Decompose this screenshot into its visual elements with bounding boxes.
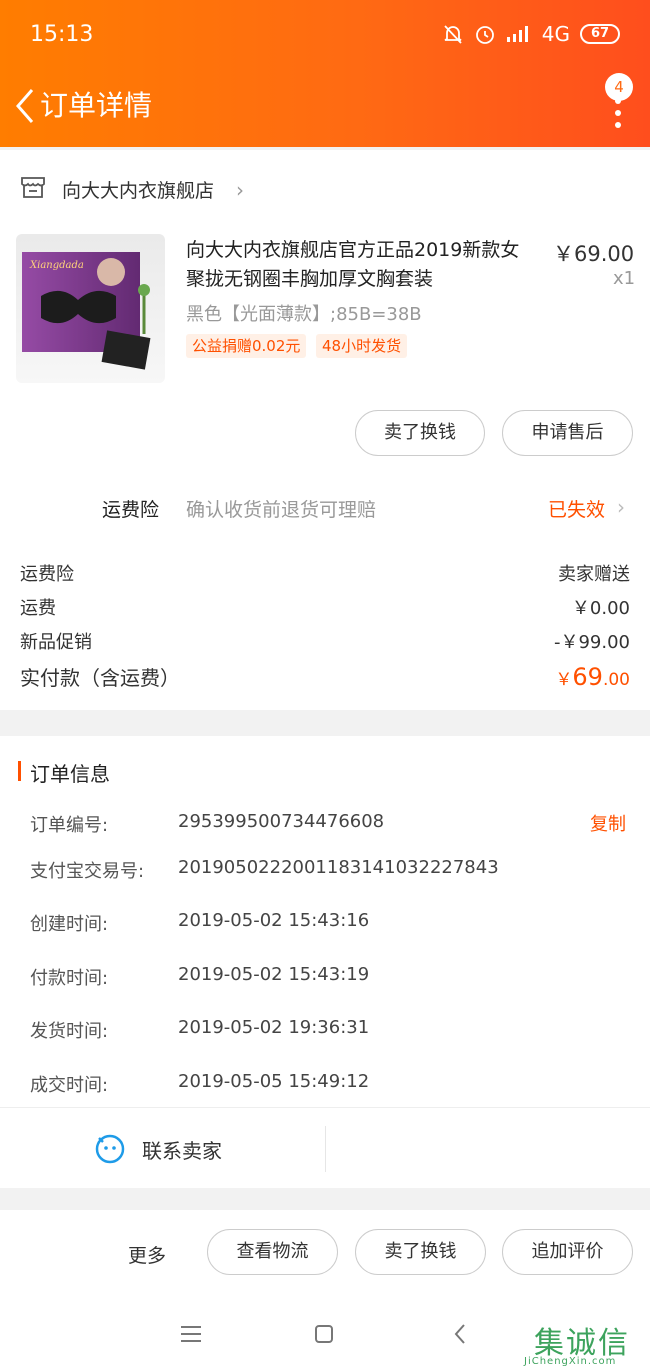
shipped-time-value: 2019-05-02 19:36:31 — [178, 1017, 370, 1038]
total-row: 实付款（含运费） ￥69.00 — [20, 662, 630, 691]
shipping-tag: 48小时发货 — [316, 334, 408, 358]
fee-value: -￥99.00 — [553, 632, 630, 653]
section-title: 订单信息 — [30, 762, 110, 786]
fee-row: 运费 ￥0.00 — [20, 594, 630, 620]
chevron-right-icon[interactable]: › — [617, 495, 625, 519]
alipay-trade-label: 支付宝交易号: — [30, 861, 145, 882]
product-price: ￥69.00 — [553, 242, 635, 266]
fee-row: 运费险 卖家赠送 — [20, 560, 630, 586]
product-quantity: x1 — [613, 268, 636, 289]
bottom-action-bar: 更多 查看物流 卖了换钱 追加评价 — [0, 1210, 650, 1294]
more-button[interactable]: 更多 — [128, 1241, 166, 1268]
product-photo: Xiangdada — [22, 252, 151, 370]
divider — [0, 1107, 650, 1108]
page-title: 订单详情 — [40, 89, 153, 122]
status-icons: 4G 67 — [442, 22, 620, 46]
completed-time-value: 2019-05-05 15:49:12 — [178, 1071, 370, 1092]
menu-icon[interactable] — [180, 1324, 202, 1344]
fee-value: 卖家赠送 — [558, 564, 630, 585]
header: 15:13 4G 67 订单详情 4 — [0, 0, 650, 147]
product-image[interactable]: Xiangdada — [16, 234, 165, 383]
more-menu-icon[interactable] — [614, 98, 622, 128]
fee-label: 运费险 — [20, 564, 74, 585]
total-dec: .00 — [602, 670, 630, 690]
message-badge: 4 — [605, 73, 633, 101]
status-bar: 15:13 4G 67 — [0, 0, 650, 70]
shop-name[interactable]: 向大大内衣旗舰店 — [62, 176, 214, 203]
sell-button[interactable]: 卖了换钱 — [355, 1229, 486, 1275]
order-item-card: 向大大内衣旗舰店 › Xiangdada 向大大内衣旗舰店官方正品2019新款女… — [0, 150, 650, 710]
copy-button[interactable]: 复制 — [590, 810, 626, 836]
back-nav-icon[interactable] — [452, 1322, 468, 1346]
home-icon[interactable] — [314, 1324, 334, 1344]
after-sale-button[interactable]: 申请售后 — [502, 410, 633, 456]
status-time: 15:13 — [30, 22, 94, 47]
chat-bubble-icon[interactable] — [94, 1132, 126, 1164]
add-review-button[interactable]: 追加评价 — [502, 1229, 633, 1275]
insurance-desc: 确认收货前退货可理赔 — [186, 499, 377, 521]
order-number-label: 订单编号: — [30, 815, 109, 836]
total-currency: ￥ — [555, 670, 573, 690]
order-info-card: 订单信息 订单编号: 295399500734476608 复制 支付宝交易号:… — [0, 736, 650, 1188]
chevron-right-icon[interactable]: › — [236, 178, 244, 202]
brand-logo-text: Xiangdada — [29, 260, 84, 271]
total-amount: ￥69.00 — [555, 663, 630, 691]
battery-icon: 67 — [580, 24, 620, 44]
view-logistics-button[interactable]: 查看物流 — [207, 1229, 338, 1275]
watermark-url: JiChengXin.com — [524, 1356, 617, 1367]
charity-tag: 公益捐赠0.02元 — [186, 334, 307, 358]
divider — [325, 1126, 326, 1172]
fee-label: 运费 — [20, 598, 56, 619]
system-nav-bar: 集诚信 JiChengXin.com — [0, 1294, 650, 1372]
created-time-label: 创建时间: — [30, 914, 109, 935]
fee-value: ￥0.00 — [571, 598, 630, 619]
alipay-trade-value: 2019050222001183141032227843 — [178, 857, 499, 878]
order-number-value: 295399500734476608 — [178, 811, 385, 832]
paid-time-value: 2019-05-02 15:43:19 — [178, 964, 370, 985]
total-int: 69 — [572, 663, 603, 691]
insurance-status[interactable]: 已失效 — [548, 495, 605, 522]
fee-row: 新品促销 -￥99.00 — [20, 628, 630, 654]
shipped-time-label: 发货时间: — [30, 1021, 109, 1042]
network-type: 4G — [541, 22, 570, 46]
contact-seller-button[interactable]: 联系卖家 — [142, 1135, 222, 1164]
insurance-label: 运费险 — [102, 499, 160, 521]
fee-label: 新品促销 — [20, 632, 92, 653]
signal-icon — [506, 26, 528, 42]
product-sku: 黑色【光面薄款】;85B=38B — [186, 304, 422, 325]
completed-time-label: 成交时间: — [30, 1075, 109, 1096]
product-title[interactable]: 向大大内衣旗舰店官方正品2019新款女聚拢无钢圈丰胸加厚文胸套装 — [186, 236, 536, 294]
alarm-icon — [475, 26, 494, 44]
created-time-value: 2019-05-02 15:43:16 — [178, 910, 370, 931]
mute-bell-icon — [444, 25, 462, 44]
store-icon — [21, 177, 45, 198]
paid-time-label: 付款时间: — [30, 968, 109, 989]
total-label: 实付款（含运费） — [20, 666, 180, 690]
section-accent-bar — [18, 761, 21, 781]
back-icon[interactable] — [10, 86, 40, 126]
sell-button[interactable]: 卖了换钱 — [355, 410, 485, 456]
